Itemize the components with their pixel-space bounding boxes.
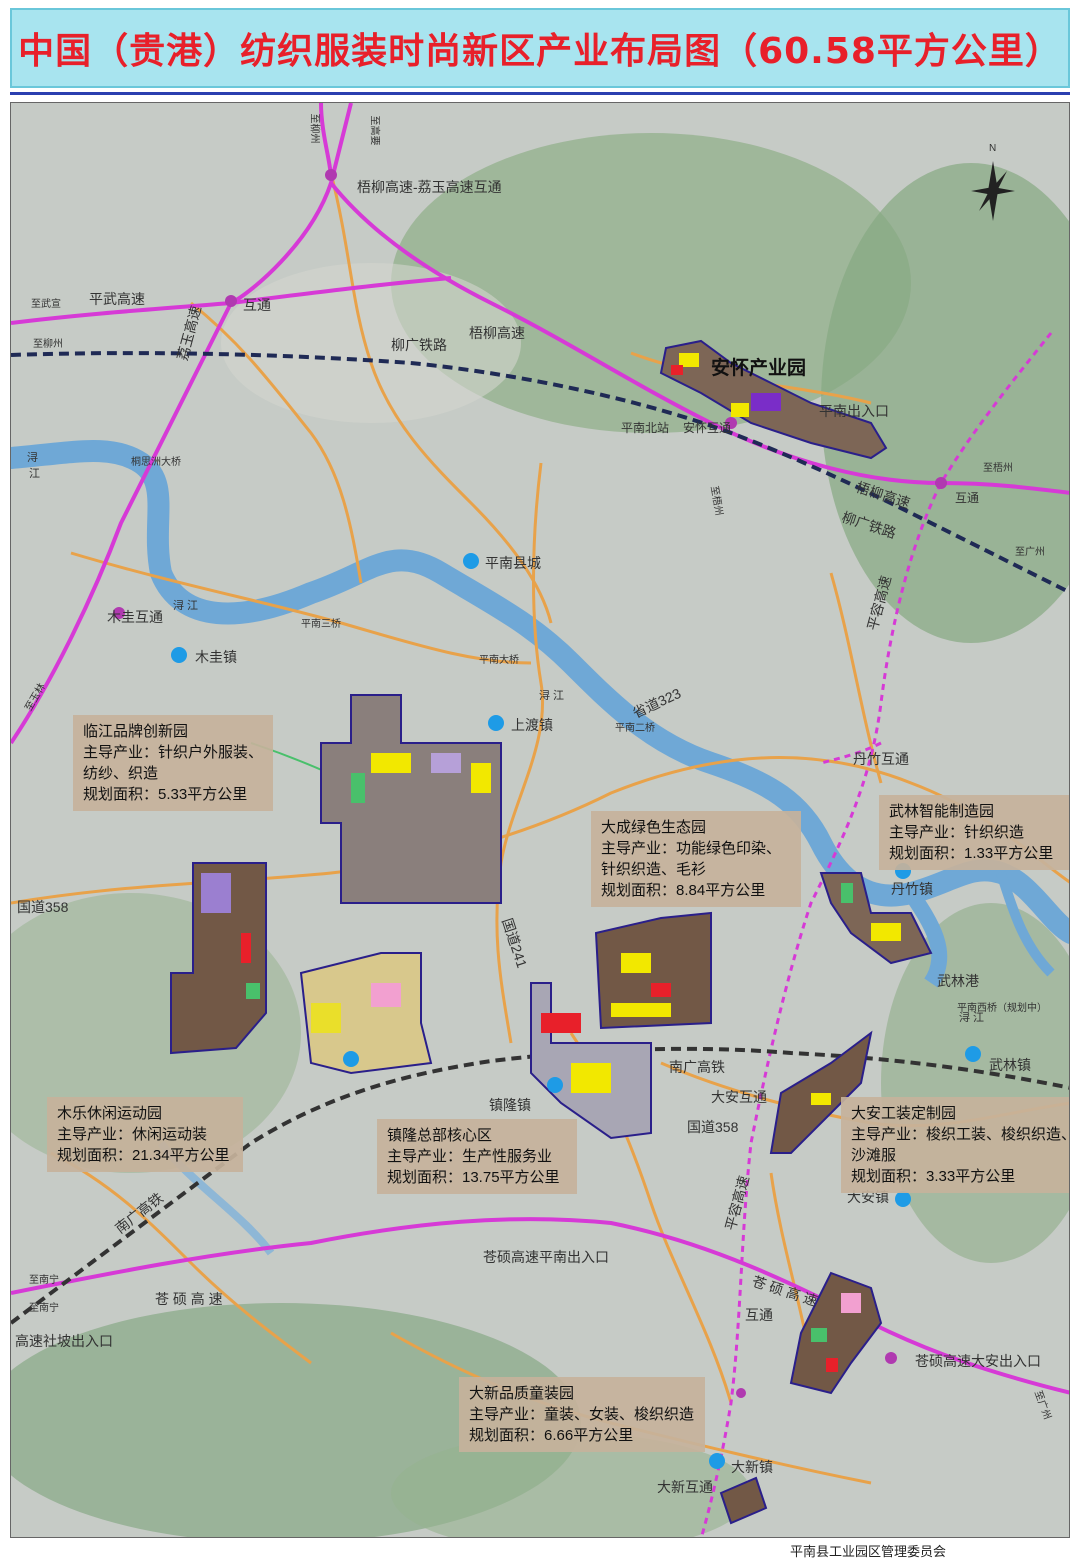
daxin-hutong-label: 大新互通 — [657, 1479, 713, 1495]
to-guangzhou-label: 至广州 — [1015, 547, 1045, 558]
park-area: 规划面积：21.34平方公里 — [57, 1147, 230, 1164]
cangshuo-pn-label: 苍硕高速平南出入口 — [483, 1249, 609, 1265]
danzhu-hutong-label: 丹竹互通 — [853, 751, 909, 767]
to-nanning2-label: 至南宁 — [29, 1303, 59, 1314]
park-area: 规划面积：1.33平方公里 — [889, 845, 1054, 862]
to-liuzhou2-label: 至柳州 — [33, 339, 63, 350]
park-name: 木乐休闲运动园 — [57, 1105, 163, 1122]
cangshuo1-label: 苍 硕 高 速 — [155, 1291, 223, 1307]
anhuai-park-label: 安怀产业园 — [711, 358, 807, 379]
to-liuzhou-label: 至柳州 — [308, 113, 320, 144]
shepo-label: 高速社坡出入口 — [15, 1333, 113, 1349]
cangshuo-da-label: 苍硕高速大安出入口 — [915, 1353, 1041, 1369]
jiang1-label: 江 — [29, 468, 40, 480]
park-name: 大安工装定制园 — [851, 1105, 957, 1122]
map-title: 中国（贵港）纺织服装时尚新区产业布局图（60.58平方公里） — [18, 31, 1062, 72]
park-name: 镇隆总部核心区 — [387, 1127, 493, 1144]
pingnan2-label: 平南二桥 — [615, 723, 655, 734]
park-info-daxin[interactable]: 大新品质童装园 主导产业：童装、女装、梭织织造 规划面积：6.66平方公里 — [459, 1377, 705, 1452]
pingwu-label: 平武高速 — [89, 291, 145, 307]
park-area: 规划面积：5.33平方公里 — [83, 786, 248, 803]
daan-hutong-label: 大安互通 — [711, 1089, 767, 1105]
hutong3-label: 互通 — [745, 1307, 773, 1323]
xunjiang4-label: 浔 江 — [959, 1012, 985, 1024]
wulin-port-label: 武林港 — [937, 973, 979, 989]
liugui1-label: 柳广铁路 — [391, 337, 447, 353]
park-name: 临江品牌创新园 — [83, 723, 189, 740]
park-info-linjiang[interactable]: 临江品牌创新园 主导产业：针织户外服装、 纺纱、织造 规划面积：5.33平方公里 — [73, 715, 273, 811]
park-area: 规划面积：6.66平方公里 — [469, 1427, 634, 1444]
guo358-right-label: 国道358 — [687, 1119, 739, 1135]
to-wuzhou-label: 至梧州 — [983, 463, 1013, 474]
park-info-wulin[interactable]: 武林智能制造园 主导产业：针织织造 规划面积：1.33平方公里 — [879, 795, 1069, 870]
park-industry: 主导产业：针织户外服装、 — [83, 744, 264, 761]
tongsizhou-label: 桐思洲大桥 — [131, 457, 181, 468]
park-info-mule[interactable]: 木乐休闲运动园 主导产业：休闲运动装 规划面积：21.34平方公里 — [47, 1097, 243, 1172]
daan-town-marker[interactable] — [895, 1191, 911, 1207]
county-town-marker[interactable] — [463, 553, 479, 569]
wulin-town-label: 武林镇 — [989, 1057, 1031, 1073]
park-area: 规划面积：3.33平方公里 — [851, 1168, 1016, 1185]
mule-town-marker[interactable] — [343, 1051, 359, 1067]
park-industry-cont: 针织织造、毛衫 — [601, 861, 707, 878]
guo358-left-label: 国道358 — [17, 899, 69, 915]
footer-credit: 平南县工业园区管理委员会 — [790, 1544, 947, 1559]
title-divider — [10, 92, 1070, 95]
pingnan3-label: 平南三桥 — [301, 619, 341, 630]
xun1-label: 浔 — [27, 452, 38, 464]
park-industry: 主导产业：休闲运动装 — [57, 1126, 208, 1143]
to-nanning-label: 至南宁 — [29, 1275, 59, 1286]
park-info-zhenlong[interactable]: 镇隆总部核心区 主导产业：生产性服务业 规划面积：13.75平方公里 — [377, 1119, 577, 1194]
park-area: 规划面积：8.84平方公里 — [601, 882, 766, 899]
park-industry-cont: 纺纱、织造 — [83, 765, 159, 782]
wulin-town-marker[interactable] — [965, 1046, 981, 1062]
zhenlong-town-marker[interactable] — [547, 1077, 563, 1093]
danzhu-town-label: 丹竹镇 — [891, 881, 933, 897]
pingnan-bridge-label: 平南大桥 — [479, 655, 519, 666]
pingnan-exit-label: 平南出入口 — [819, 403, 889, 419]
daxin-town-marker[interactable] — [709, 1453, 725, 1469]
interchange-top-label: 梧柳高速-荔玉高速互通 — [357, 179, 502, 195]
to-wuxuan-label: 至武宣 — [31, 299, 61, 310]
park-info-dacheng[interactable]: 大成绿色生态园 主导产业：功能绿色印染、 针织织造、毛衫 规划面积：8.84平方… — [591, 811, 801, 907]
park-info-daan[interactable]: 大安工装定制园 主导产业：梭织工装、梭织织造、 沙滩服 规划面积：3.33平方公… — [841, 1097, 1069, 1193]
park-name: 大成绿色生态园 — [601, 819, 707, 836]
pingnan-north-label: 平南北站 — [621, 421, 670, 435]
map-frame[interactable]: N 安怀产业园 梧柳高速-荔玉高速互通 互通 平武高速 梧柳高速 柳广铁路 荔玉… — [10, 102, 1070, 1538]
xunjiang3-label: 浔 江 — [539, 690, 565, 702]
xunjiang2-label: 浔 江 — [173, 600, 199, 612]
compass-north-label: N — [989, 143, 997, 154]
park-area: 规划面积：13.75平方公里 — [387, 1169, 560, 1186]
hutong2-label: 互通 — [955, 491, 980, 505]
wuliu1-label: 梧柳高速 — [469, 325, 525, 341]
daxin-town-label: 大新镇 — [731, 1459, 773, 1475]
shangdu-label: 上渡镇 — [511, 717, 553, 733]
county-label: 平南县城 — [485, 555, 541, 571]
park-industry: 主导产业：针织织造 — [889, 824, 1025, 841]
mugui-hutong-label: 木圭互通 — [107, 609, 163, 625]
park-industry: 主导产业：生产性服务业 — [387, 1148, 553, 1165]
shangdu-town-marker[interactable] — [488, 715, 504, 731]
to-gaoyao-label: 至高要 — [368, 115, 380, 146]
mugui-town-marker[interactable] — [171, 647, 187, 663]
anhuai-hutong-label: 安怀互通 — [683, 421, 732, 435]
park-industry: 主导产业：梭织工装、梭织织造、 — [851, 1126, 1070, 1143]
park-industry-cont: 沙滩服 — [851, 1147, 897, 1164]
hutong1-label: 互通 — [243, 297, 271, 313]
mugui-town-label: 木圭镇 — [195, 649, 237, 665]
park-name: 武林智能制造园 — [889, 803, 995, 820]
title-bar: 中国（贵港）纺织服装时尚新区产业布局图（60.58平方公里） — [10, 8, 1070, 88]
park-name: 大新品质童装园 — [469, 1385, 575, 1402]
nanguang1-label: 南广高铁 — [669, 1059, 725, 1075]
park-industry: 主导产业：童装、女装、梭织织造 — [469, 1406, 695, 1423]
zhenlong-label: 镇隆镇 — [489, 1097, 531, 1113]
park-industry: 主导产业：功能绿色印染、 — [601, 840, 782, 857]
